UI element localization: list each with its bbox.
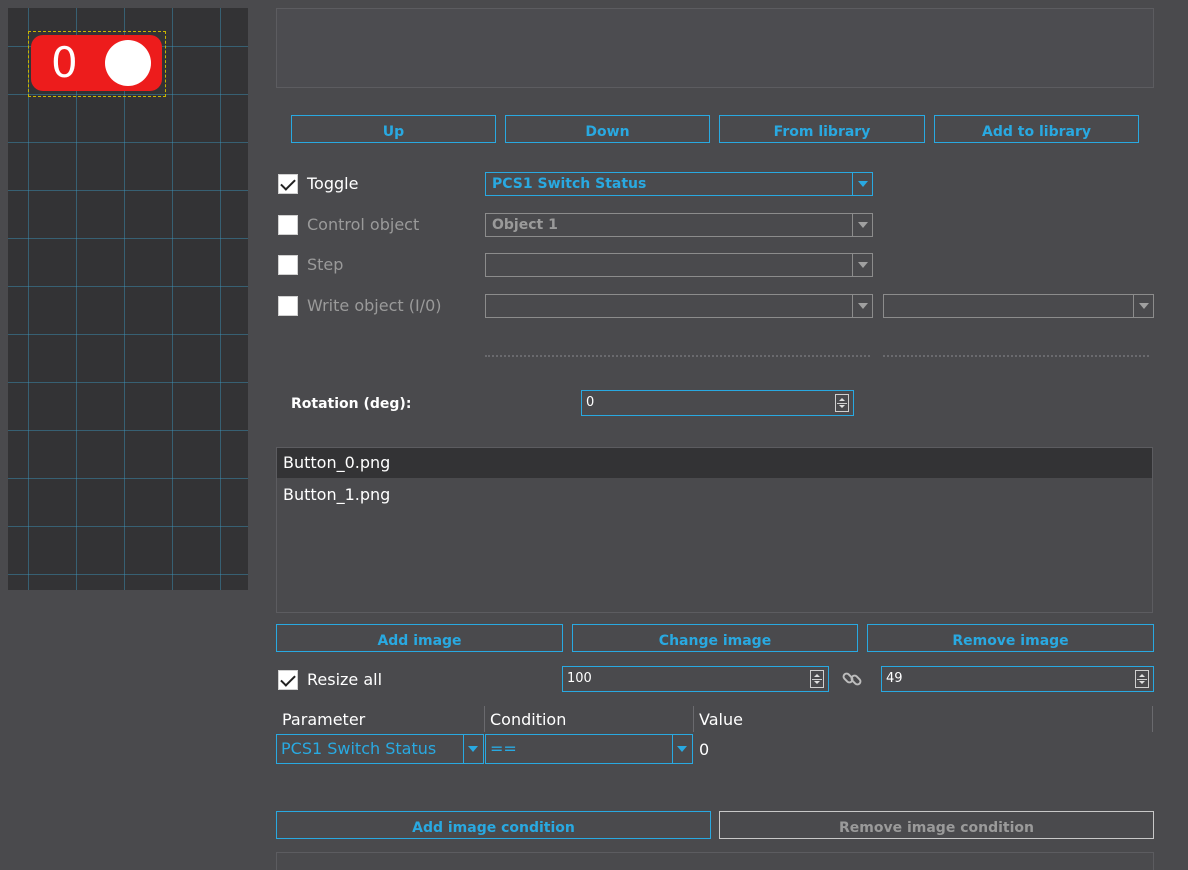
step-checkbox[interactable] (278, 255, 298, 275)
up-button[interactable]: Up (291, 115, 496, 143)
up-button-label: Up (382, 124, 405, 140)
change-image-button-label: Change image (658, 633, 772, 649)
condition-list (276, 852, 1154, 870)
rotation-value: 0 (586, 395, 595, 410)
from-library-button[interactable]: From library (719, 115, 925, 143)
divider (883, 355, 1149, 357)
condition-value: == (490, 739, 517, 758)
height-input[interactable]: 49 (881, 666, 1154, 692)
toggle-knob (105, 40, 151, 86)
chevron-down-icon[interactable] (1133, 295, 1153, 317)
chevron-down-icon[interactable] (672, 735, 692, 763)
add-image-button[interactable]: Add image (276, 624, 563, 652)
spinner-arrows-icon[interactable] (810, 670, 824, 688)
toggle-object-value: PCS1 Switch Status (492, 176, 647, 192)
from-library-button-label: From library (773, 124, 871, 140)
column-header-value: Value (699, 710, 743, 729)
chevron-down-icon[interactable] (852, 214, 872, 236)
control-object-select[interactable]: Object 1 (485, 213, 873, 237)
add-to-library-button[interactable]: Add to library (934, 115, 1139, 143)
control-object-label: Control object (307, 215, 420, 234)
column-header-condition: Condition (490, 710, 567, 729)
change-image-button[interactable]: Change image (572, 624, 858, 652)
column-divider (693, 706, 694, 732)
control-object-checkbox[interactable] (278, 215, 298, 235)
step-label: Step (307, 255, 344, 274)
height-value: 49 (886, 671, 903, 686)
list-item[interactable]: Button_0.png (277, 448, 1152, 478)
column-header-parameter: Parameter (282, 710, 366, 729)
parameter-value: PCS1 Switch Status (281, 739, 437, 758)
remove-image-condition-button[interactable]: Remove image condition (719, 811, 1154, 839)
image-list[interactable]: Button_0.png Button_1.png (276, 447, 1153, 613)
add-image-condition-button[interactable]: Add image condition (276, 811, 711, 839)
add-image-condition-button-label: Add image condition (412, 820, 575, 836)
toggle-object-select[interactable]: PCS1 Switch Status (485, 172, 873, 196)
write-object-checkbox[interactable] (278, 296, 298, 316)
design-canvas[interactable]: 0 (0, 0, 258, 870)
add-to-library-button-label: Add to library (982, 124, 1091, 140)
image-filename: Button_0.png (283, 453, 391, 472)
remove-image-button[interactable]: Remove image (867, 624, 1154, 652)
step-select[interactable] (485, 253, 873, 277)
down-button[interactable]: Down (505, 115, 710, 143)
remove-image-button-label: Remove image (952, 633, 1069, 649)
image-preview-area (276, 8, 1154, 88)
remove-image-condition-button-label: Remove image condition (839, 820, 1034, 836)
down-button-label: Down (585, 124, 630, 140)
toggle-label: Toggle (307, 174, 359, 193)
toggle-checkbox[interactable] (278, 174, 298, 194)
write-object-label: Write object (I/0) (307, 296, 442, 315)
chevron-down-icon[interactable] (852, 295, 872, 317)
write-object-io-select[interactable] (883, 294, 1154, 318)
add-image-button-label: Add image (377, 633, 462, 649)
link-icon[interactable] (840, 667, 864, 691)
rotation-input[interactable]: 0 (581, 390, 854, 416)
condition-value-cell[interactable]: 0 (699, 740, 709, 759)
toggle-widget[interactable]: 0 (31, 35, 162, 91)
toggle-value: 0 (51, 38, 78, 87)
spinner-arrows-icon[interactable] (1135, 670, 1149, 688)
spinner-arrows-icon[interactable] (835, 394, 849, 412)
width-value: 100 (567, 671, 592, 686)
column-divider (484, 706, 485, 732)
width-input[interactable]: 100 (562, 666, 829, 692)
write-object-select[interactable] (485, 294, 873, 318)
parameter-select[interactable]: PCS1 Switch Status (276, 734, 484, 764)
rotation-label: Rotation (deg): (291, 396, 412, 412)
resize-all-checkbox[interactable] (278, 670, 298, 690)
resize-all-label: Resize all (307, 670, 383, 689)
condition-select[interactable]: == (485, 734, 693, 764)
chevron-down-icon[interactable] (463, 735, 483, 763)
chevron-down-icon[interactable] (852, 173, 872, 195)
control-object-value: Object 1 (492, 217, 558, 233)
column-divider (1152, 706, 1153, 732)
chevron-down-icon[interactable] (852, 254, 872, 276)
divider (485, 355, 870, 357)
list-item[interactable]: Button_1.png (277, 480, 1152, 510)
image-filename: Button_1.png (283, 485, 391, 504)
